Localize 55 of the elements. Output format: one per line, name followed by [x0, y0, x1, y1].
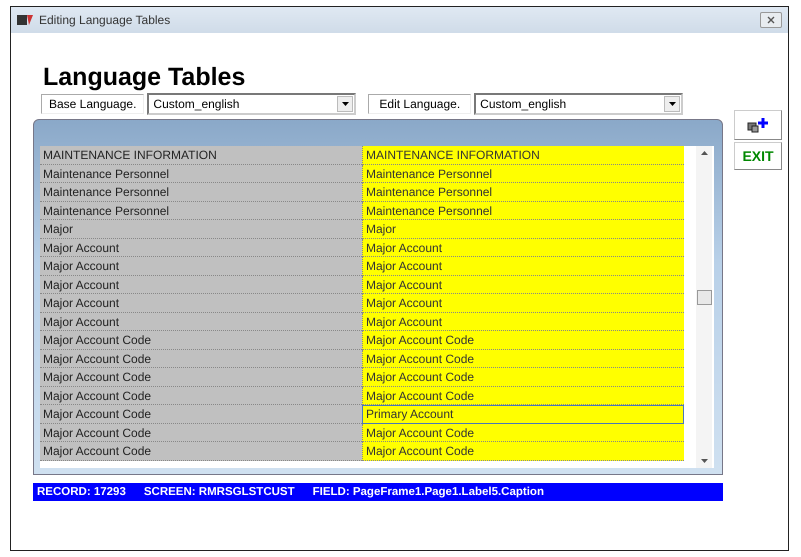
edit-text-cell[interactable]: Maintenance Personnel: [362, 183, 684, 202]
base-text-cell: Maintenance Personnel: [40, 183, 362, 202]
base-text-cell: Major: [40, 220, 362, 238]
edit-text-cell[interactable]: Major Account Code: [362, 331, 684, 350]
base-text-cell: Major Account Code: [40, 386, 362, 405]
edit-language-button[interactable]: Edit Language.: [368, 94, 472, 114]
base-text-cell: Major Account Code: [40, 368, 362, 386]
close-button[interactable]: [760, 12, 782, 28]
scroll-down-icon: [700, 459, 708, 463]
record-number: RECORD: 17293: [37, 486, 126, 498]
edit-text-cell[interactable]: Major Account Code: [362, 424, 684, 442]
base-language-dropdown[interactable]: Custom_english: [147, 93, 356, 115]
base-text-cell: Maintenance Personnel: [40, 202, 362, 220]
base-text-cell: Major Account: [40, 257, 362, 276]
page-heading: Language Tables: [43, 63, 246, 91]
edit-text-cell[interactable]: Major Account Code: [362, 368, 684, 386]
base-text-cell: Major Account: [40, 312, 362, 331]
window-title: Editing Language Tables: [39, 13, 172, 27]
field-name: FIELD: PageFrame1.Page1.Label5.Caption: [312, 486, 544, 498]
base-text-cell: Major Account Code: [40, 424, 362, 442]
add-button[interactable]: [734, 110, 782, 140]
edit-text-cell[interactable]: Major Account: [362, 312, 684, 331]
caret-icon: [342, 102, 349, 106]
edit-text-cell[interactable]: Major Account: [362, 257, 684, 276]
base-text-cell: Major Account Code: [40, 350, 362, 368]
scroll-up-icon: [700, 151, 708, 155]
edit-text-cell[interactable]: Maintenance Personnel: [362, 202, 684, 220]
base-text-cell: Major Account: [40, 294, 362, 312]
app-logo-icon: [17, 14, 33, 26]
edit-text-cell[interactable]: MAINTENANCE INFORMATION: [362, 146, 684, 164]
vertical-scrollbar[interactable]: [696, 146, 712, 468]
edit-text-cell[interactable]: Major Account Code: [362, 350, 684, 368]
exit-button[interactable]: EXIT: [734, 142, 782, 170]
base-text-cell: Major Account Code: [40, 331, 362, 350]
base-text-cell: Major Account Code: [40, 405, 362, 424]
screen-name: SCREEN: RMRSGLSTCUST: [144, 486, 295, 498]
base-language-button[interactable]: Base Language.: [41, 94, 144, 114]
add-document-icon: [747, 117, 769, 133]
edit-text-cell[interactable]: Major Account Code: [362, 386, 684, 405]
base-text-cell: MAINTENANCE INFORMATION: [40, 146, 362, 164]
caret-icon: [668, 102, 676, 106]
base-text-cell: Major Account: [40, 276, 362, 294]
close-icon: [767, 16, 775, 24]
base-text-cell: Major Account: [40, 238, 362, 257]
edit-text-cell[interactable]: Major Account: [362, 294, 684, 312]
edit-text-cell[interactable]: Major Account Code: [362, 442, 684, 460]
base-text-cell: Maintenance Personnel: [40, 164, 362, 183]
edit-text-cell[interactable]: Primary Account: [362, 405, 684, 424]
edit-text-cell[interactable]: Major Account: [362, 276, 684, 294]
edit-language-dropdown[interactable]: Custom_english: [474, 93, 684, 115]
edit-text-cell[interactable]: Maintenance Personnel: [362, 164, 684, 183]
edit-text-cell[interactable]: Major Account: [362, 238, 684, 257]
scroll-thumb[interactable]: [696, 290, 712, 304]
base-text-cell: Major Account Code: [40, 442, 362, 460]
edit-text-cell[interactable]: Major: [362, 220, 684, 238]
